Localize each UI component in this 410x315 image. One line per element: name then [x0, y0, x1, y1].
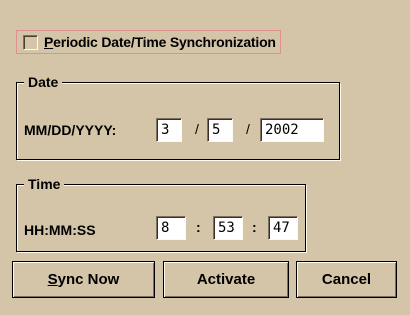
time-format-label: HH:MM:SS	[24, 222, 96, 238]
time-separator-2: :	[252, 219, 257, 235]
periodic-sync-label: Periodic Date/Time Synchronization	[44, 34, 276, 50]
periodic-sync-checkbox[interactable]: Periodic Date/Time Synchronization	[16, 30, 281, 54]
cancel-button[interactable]: Cancel	[296, 261, 397, 298]
sync-now-label: ync Now	[57, 271, 120, 288]
date-format-label: MM/DD/YYYY:	[24, 122, 117, 138]
sync-now-button[interactable]: Sync Now	[12, 261, 155, 298]
checkbox-box[interactable]	[23, 34, 38, 50]
sync-now-mnemonic: S	[47, 271, 58, 288]
hour-field[interactable]: 8	[156, 216, 186, 240]
minute-field[interactable]: 53	[213, 216, 243, 240]
date-separator-1: /	[195, 121, 199, 137]
second-field[interactable]: 47	[268, 216, 298, 240]
date-group-title: Date	[24, 74, 63, 90]
month-field[interactable]: 3	[156, 118, 182, 142]
time-group-title: Time	[24, 176, 65, 192]
date-separator-2: /	[246, 121, 250, 137]
day-field[interactable]: 5	[207, 118, 233, 142]
activate-button[interactable]: Activate	[163, 261, 289, 298]
time-separator-1: :	[196, 219, 201, 235]
year-field[interactable]: 2002	[260, 118, 324, 142]
